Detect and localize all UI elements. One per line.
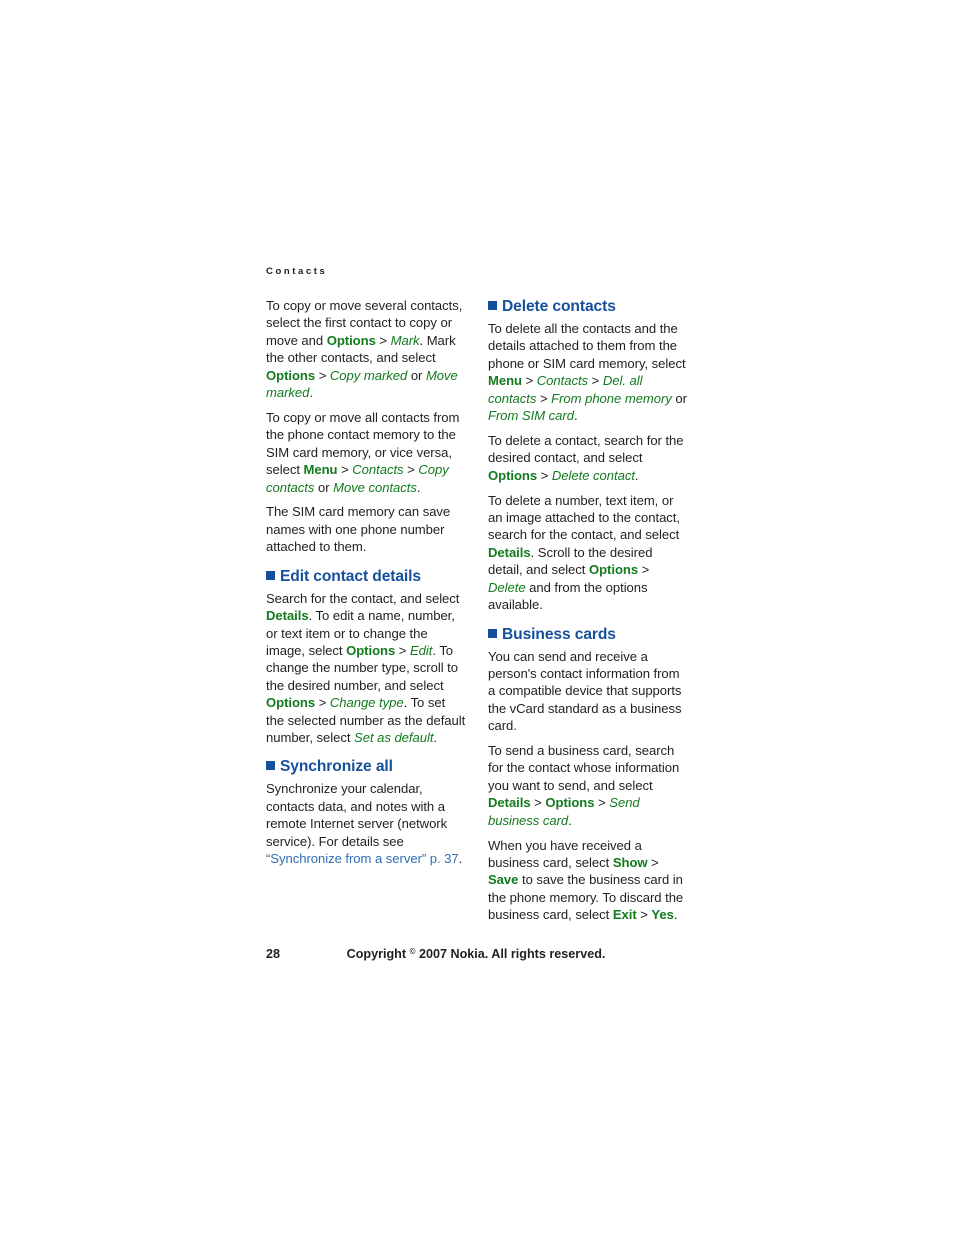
menu-item-edit: Edit — [410, 642, 433, 658]
text-run: . — [433, 729, 438, 745]
text-run: . — [634, 467, 639, 483]
text-run: . — [416, 479, 421, 495]
text-run: or — [407, 367, 426, 383]
text-run: or — [671, 390, 687, 406]
manual-page: Contacts To copy or move several contact… — [0, 0, 954, 1235]
softkey-save: Save — [488, 872, 519, 888]
paragraph-delete-a-contact: To delete a contact, search for the desi… — [488, 432, 688, 484]
cross-reference-link[interactable]: “Synchronize from a server” p. 37 — [266, 851, 459, 866]
text-run: > — [636, 907, 652, 923]
copyright-prefix: Copyright — [346, 947, 410, 961]
copyright-suffix: 2007 Nokia. All rights reserved. — [415, 947, 606, 961]
paragraph-send-business-card: To send a business card, search for the … — [488, 742, 688, 829]
text-run: > — [647, 854, 659, 870]
text-run: . — [309, 385, 313, 401]
softkey-details: Details — [266, 608, 309, 624]
text-run: . — [458, 850, 463, 866]
text-run: To delete a contact, search for the desi… — [488, 432, 684, 466]
softkey-options: Options — [266, 695, 316, 711]
softkey-options: Options — [588, 562, 639, 578]
page-footer: 28 Copyright © 2007 Nokia. All rights re… — [0, 947, 954, 967]
text-run: > — [638, 562, 650, 578]
softkey-menu: Menu — [488, 373, 522, 389]
text-run: . — [568, 812, 572, 828]
text-run: > — [537, 467, 552, 483]
text-run: Synchronize your calendar, contacts data… — [266, 781, 448, 849]
menu-item-change-type: Change type — [329, 695, 404, 711]
paragraph-delete-a-detail: To delete a number, text item, or an ima… — [488, 492, 688, 614]
menu-item-delete: Delete — [488, 579, 526, 595]
menu-item-mark: Mark — [390, 332, 420, 348]
softkey-details: Details — [488, 544, 531, 560]
heading-delete-contacts: Delete contacts — [488, 297, 688, 317]
paragraph-receive-business-card: When you have received a business card, … — [488, 837, 688, 924]
heading-label: Delete contacts — [502, 298, 616, 315]
paragraph-synchronize-all: Synchronize your calendar, contacts data… — [266, 780, 466, 867]
text-run: > — [522, 373, 537, 389]
paragraph-copy-move-several: To copy or move several contacts, select… — [266, 297, 466, 401]
softkey-show: Show — [612, 854, 648, 870]
menu-item-from-phone-memory: From phone memory — [551, 390, 672, 406]
menu-item-from-sim-card: From SIM card — [488, 408, 574, 424]
text-run: > — [536, 390, 552, 406]
menu-item-delete-contact: Delete contact — [551, 467, 635, 483]
softkey-options: Options — [346, 642, 396, 658]
text-run: To delete a number, text item, or an ima… — [488, 492, 680, 543]
text-run: > — [337, 462, 353, 478]
menu-item-set-as-default: Set as default — [354, 729, 434, 745]
softkey-yes: Yes — [651, 907, 674, 923]
menu-item-move-contacts: Move contacts — [333, 479, 417, 495]
square-bullet-icon — [488, 628, 497, 638]
paragraph-edit-contact-details: Search for the contact, and select Detai… — [266, 590, 466, 747]
text-run: > — [375, 332, 391, 348]
softkey-options: Options — [545, 795, 595, 811]
heading-business-cards: Business cards — [488, 625, 688, 645]
left-column: To copy or move several contacts, select… — [266, 297, 466, 875]
paragraph-copy-move-all: To copy or move all contacts from the ph… — [266, 409, 466, 496]
right-column: Delete contacts To delete all the contac… — [488, 297, 688, 931]
text-run: To delete all the contacts and the detai… — [488, 321, 686, 371]
menu-item-contacts: Contacts — [352, 462, 404, 478]
heading-edit-contact-details: Edit contact details — [266, 567, 466, 587]
softkey-exit: Exit — [612, 907, 637, 923]
heading-label: Synchronize all — [280, 758, 393, 776]
square-bullet-icon — [266, 570, 275, 580]
softkey-options: Options — [266, 367, 316, 383]
text-run: Search for the contact, and select — [266, 590, 460, 606]
text-run: > — [588, 373, 603, 389]
text-run: . — [573, 408, 578, 424]
text-run: or — [314, 479, 334, 495]
text-run: To send a business card, search for the … — [488, 743, 680, 793]
square-bullet-icon — [266, 761, 275, 771]
text-run: > — [403, 462, 419, 478]
paragraph-business-cards-intro: You can send and receive a person's cont… — [488, 648, 688, 735]
heading-label: Edit contact details — [280, 567, 421, 585]
menu-item-copy-marked: Copy marked — [329, 367, 408, 383]
text-run: > — [315, 695, 330, 711]
softkey-details: Details — [488, 795, 531, 811]
text-run: . — [673, 907, 678, 923]
softkey-options: Options — [488, 467, 538, 483]
square-bullet-icon — [488, 301, 497, 310]
text-run: > — [395, 642, 410, 658]
running-head: Contacts — [266, 266, 328, 277]
heading-label: Business cards — [502, 625, 616, 643]
copyright-notice: Copyright © 2007 Nokia. All rights reser… — [266, 947, 686, 961]
text-run: You can send and receive a person's cont… — [488, 648, 682, 734]
text-run: > — [594, 795, 610, 811]
paragraph-sim-memory-note: The SIM card memory can save names with … — [266, 503, 466, 555]
menu-item-contacts: Contacts — [536, 373, 589, 389]
softkey-options: Options — [326, 332, 376, 348]
paragraph-delete-all-contacts: To delete all the contacts and the detai… — [488, 320, 688, 424]
softkey-menu: Menu — [303, 462, 338, 478]
text-run: > — [315, 367, 330, 383]
heading-synchronize-all: Synchronize all — [266, 757, 466, 777]
text-run: The SIM card memory can save names with … — [266, 504, 451, 555]
text-run: > — [530, 795, 546, 811]
